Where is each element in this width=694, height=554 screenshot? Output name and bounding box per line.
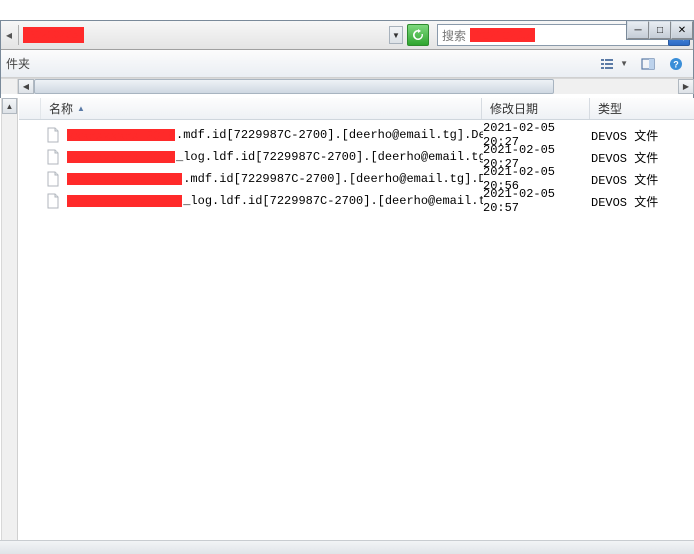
maximize-button[interactable]: □	[649, 21, 671, 39]
search-text: 20210205	[470, 28, 535, 42]
column-type[interactable]: 类型	[590, 98, 694, 119]
close-button[interactable]: ✕	[671, 21, 693, 39]
file-name: xxxxxxxxxx_2019.mdf.id[7229987C-2700].[d…	[67, 128, 483, 142]
chevron-down-icon: ▼	[620, 59, 628, 68]
column-headers: 名称 ▲ 修改日期 类型	[19, 98, 694, 120]
horizontal-scrollbar-area: ◀ ▶	[0, 78, 694, 94]
file-icon	[45, 127, 61, 143]
folder-label: 件夹	[6, 55, 30, 72]
file-type: DEVOS 文件	[591, 149, 694, 166]
svg-text:?: ?	[673, 59, 679, 69]
address-dropdown-button[interactable]: ▼	[389, 26, 403, 44]
scrollbar-thumb[interactable]	[34, 79, 554, 94]
file-icon	[45, 193, 61, 209]
status-bar	[0, 540, 694, 554]
navigation-pane: ▲	[0, 98, 18, 540]
file-name: xxxxxxxxxx_2019_log.ldf.id[7229987C-2700…	[67, 150, 483, 164]
view-list-icon	[600, 57, 614, 71]
refresh-button[interactable]	[407, 24, 429, 46]
search-label: 搜索	[442, 27, 466, 44]
refresh-icon	[412, 29, 424, 41]
scroll-right-button[interactable]: ▶	[678, 79, 694, 94]
breadcrumb-back-arrow[interactable]: ◂	[4, 28, 14, 42]
breadcrumb-current[interactable]: 20210205	[23, 27, 84, 43]
sort-ascending-icon: ▲	[77, 104, 85, 113]
nav-scrollbar[interactable]: ▲	[1, 98, 17, 540]
file-list: xxxxxxxxxx_2019.mdf.id[7229987C-2700].[d…	[19, 120, 694, 540]
help-button[interactable]: ?	[664, 53, 688, 75]
preview-pane-icon	[641, 57, 655, 71]
column-modified-date[interactable]: 修改日期	[482, 98, 590, 119]
file-row[interactable]: xxxxxxxxxx_2019_log.ldf.id[7229987C-2700…	[19, 146, 694, 168]
file-name: xxxxxxxxxxx_2019.mdf.id[7229987C-2700].[…	[67, 172, 483, 186]
file-icon	[45, 149, 61, 165]
command-bar: 件夹 ▼ ?	[0, 50, 694, 78]
scroll-left-button[interactable]: ◀	[18, 79, 34, 94]
file-row[interactable]: xxxxxxxxxx_2019.mdf.id[7229987C-2700].[d…	[19, 124, 694, 146]
address-toolbar: ◂ 20210205 ▼ 搜索 20210205	[0, 20, 694, 50]
file-date: 2021-02-05 20:57	[483, 187, 591, 215]
horizontal-scrollbar[interactable]: ◀ ▶	[18, 79, 694, 94]
file-row[interactable]: xxxxxxxxxxx_2019_log.ldf.id[7229987C-270…	[19, 190, 694, 212]
scroll-up-button[interactable]: ▲	[2, 98, 17, 114]
column-name-label: 名称	[49, 100, 73, 117]
column-name[interactable]: 名称 ▲	[41, 98, 482, 119]
file-type: DEVOS 文件	[591, 193, 694, 210]
view-mode-button[interactable]: ▼	[596, 53, 632, 75]
preview-pane-button[interactable]	[636, 53, 660, 75]
file-type: DEVOS 文件	[591, 171, 694, 188]
window-controls: ─ □ ✕	[626, 20, 694, 40]
file-row[interactable]: xxxxxxxxxxx_2019.mdf.id[7229987C-2700].[…	[19, 168, 694, 190]
file-icon	[45, 171, 61, 187]
file-type: DEVOS 文件	[591, 127, 694, 144]
minimize-button[interactable]: ─	[627, 21, 649, 39]
help-icon: ?	[669, 57, 683, 71]
file-name: xxxxxxxxxxx_2019_log.ldf.id[7229987C-270…	[67, 194, 483, 208]
